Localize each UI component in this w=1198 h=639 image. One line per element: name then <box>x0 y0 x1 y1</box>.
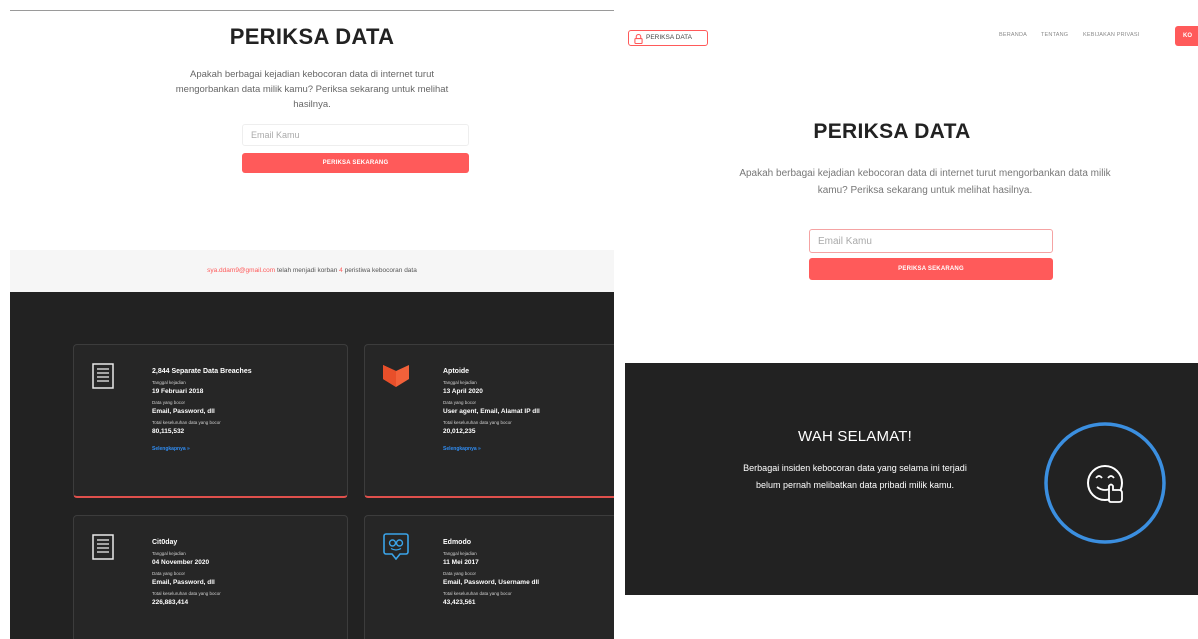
breach-total-label: Total keseluruhan data yang bocor <box>152 420 221 425</box>
breach-date-label: Tanggal kejadian <box>152 551 186 556</box>
breach-info: Aptoide Tanggal kejadian 13 April 2020 D… <box>443 367 540 452</box>
victim-summary: sya.ddam9@gmail.com telah menjadi korban… <box>10 250 614 292</box>
breach-data: Email, Password, Username dll <box>443 579 540 586</box>
result-title: WAH SELAMAT! <box>797 428 913 445</box>
victim-text-end: peristiwa kebocoran data <box>344 267 417 274</box>
nav-beranda[interactable]: BERANDA <box>999 32 1027 38</box>
document-icon <box>92 363 114 389</box>
left-screenshot: PERIKSA DATA Apakah berbagai kejadian ke… <box>10 0 614 639</box>
breach-date-label: Tanggal kejadian <box>152 380 186 385</box>
aptoide-logo-icon <box>383 365 409 387</box>
nav-contact-button[interactable]: KO <box>1175 26 1198 46</box>
result-text: Berbagai insiden kebocoran data yang sel… <box>743 463 967 490</box>
breach-date: 11 Mei 2017 <box>443 559 479 566</box>
victim-count: 4 <box>339 267 343 274</box>
breach-total: 20,012,235 <box>443 428 476 435</box>
page-title: PERIKSA DATA <box>813 120 971 143</box>
breach-total: 226,883,414 <box>152 599 189 606</box>
breach-info: Cit0day Tanggal kejadian 04 November 202… <box>152 538 221 608</box>
nav-tentang[interactable]: TENTANG <box>1041 32 1068 38</box>
result-section: WAH SELAMAT! Berbagai insiden kebocoran … <box>625 363 1198 595</box>
right-screenshot: PERIKSA DATA BERANDA TENTANG KEBIJAKAN P… <box>625 20 1198 595</box>
breach-info: Edmodo Tanggal kejadian 11 Mei 2017 Data… <box>443 538 539 608</box>
breach-name: Edmodo <box>443 539 471 546</box>
page-description: Apakah berbagai kejadian kebocoran data … <box>739 168 1111 196</box>
breach-card: Aptoide Tanggal kejadian 13 April 2020 D… <box>364 344 614 498</box>
page-description: Apakah berbagai kejadian kebocoran data … <box>175 69 449 110</box>
breach-total: 80,115,532 <box>152 428 185 435</box>
breach-card: Edmodo Tanggal kejadian 11 Mei 2017 Data… <box>364 515 614 639</box>
nav-kebijakan-privasi[interactable]: KEBIJAKAN PRIVASI <box>1083 32 1139 38</box>
breach-data-label: Data yang bocor <box>443 571 477 576</box>
read-more-link[interactable]: Selengkapnya » <box>152 446 252 452</box>
breach-card: Cit0day Tanggal kejadian 04 November 202… <box>73 515 348 639</box>
breach-data: Email, Password, dll <box>152 408 215 415</box>
breach-data-label: Data yang bocor <box>152 400 186 405</box>
breach-date-label: Tanggal kejadian <box>443 380 477 385</box>
breach-total: 43,423,561 <box>443 599 476 606</box>
email-input[interactable] <box>242 124 469 146</box>
breach-data: Email, Password, dll <box>152 579 215 586</box>
breach-data: User agent, Email, Alamat IP dll <box>443 408 540 415</box>
breach-data-label: Data yang bocor <box>443 400 477 405</box>
check-now-button[interactable]: PERIKSA SEKARANG <box>242 153 469 173</box>
relieved-face-icon <box>1044 422 1166 544</box>
victim-email: sya.ddam9@gmail.com <box>207 267 276 274</box>
breach-date-label: Tanggal kejadian <box>443 551 477 556</box>
page-title: PERIKSA DATA <box>229 24 395 49</box>
logo-text: PERIKSA DATA <box>646 34 692 41</box>
breach-info: 2,844 Separate Data Breaches Tanggal kej… <box>152 367 252 452</box>
breach-total-label: Total keseluruhan data yang bocor <box>443 591 512 596</box>
breach-name: Cit0day <box>152 539 178 546</box>
breach-name: 2,844 Separate Data Breaches <box>152 368 252 375</box>
edmodo-logo-icon <box>383 533 409 560</box>
breach-data-label: Data yang bocor <box>152 571 186 576</box>
breach-card: 2,844 Separate Data Breaches Tanggal kej… <box>73 344 348 498</box>
read-more-link[interactable]: Selengkapnya » <box>443 446 540 452</box>
breach-total-label: Total keseluruhan data yang bocor <box>152 591 221 596</box>
lock-icon <box>634 34 643 44</box>
breach-name: Aptoide <box>443 368 470 375</box>
breach-total-label: Total keseluruhan data yang bocor <box>443 420 512 425</box>
site-logo[interactable]: PERIKSA DATA <box>628 30 708 46</box>
top-divider <box>10 10 614 11</box>
breach-section: 2,844 Separate Data Breaches Tanggal kej… <box>10 292 614 639</box>
breach-date: 13 April 2020 <box>443 388 483 395</box>
email-input[interactable] <box>809 229 1053 253</box>
victim-text-mid: telah menjadi korban <box>276 267 338 274</box>
breach-date: 19 Februari 2018 <box>152 388 204 395</box>
breach-date: 04 November 2020 <box>152 559 210 566</box>
check-now-button[interactable]: PERIKSA SEKARANG <box>809 258 1053 280</box>
document-icon <box>92 534 114 560</box>
